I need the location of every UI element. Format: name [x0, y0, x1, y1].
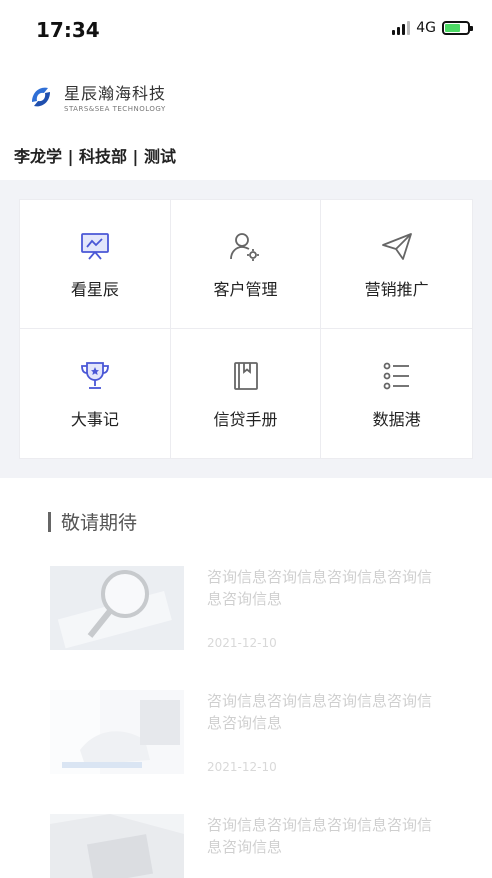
- news-date: 2021-12-10: [207, 760, 277, 774]
- section-title: 敬请期待: [61, 512, 138, 534]
- presentation-board-icon: [80, 233, 109, 260]
- status-bar: 17:34 4G: [0, 0, 492, 60]
- list-icon: [383, 362, 409, 389]
- status-indicators: 4G: [392, 20, 473, 36]
- news-item[interactable]: 咨询信息咨询信息咨询信息咨询信息咨询信息 2021-12-10: [50, 690, 450, 774]
- menu-item-label: 客户管理: [213, 280, 278, 299]
- logo-icon: [32, 87, 50, 106]
- brand-name-en: STARS&SEA TECHNOLOGY: [64, 105, 166, 113]
- menu-item-label: 大事记: [70, 409, 119, 429]
- news-thumbnail: [50, 814, 184, 878]
- news-title: 咨询信息咨询信息咨询信息咨询信息咨询信息: [207, 568, 433, 608]
- menu-item-marketing[interactable]: 营销推广: [321, 200, 472, 329]
- network-type: 4G: [416, 20, 436, 36]
- menu-item-customer[interactable]: 客户管理: [170, 200, 322, 329]
- brand-name-cn: 星辰瀚海科技: [64, 84, 167, 103]
- news-date: 2021-12-10: [207, 636, 277, 650]
- menu-item-credit-manual[interactable]: 信贷手册: [171, 329, 322, 458]
- brand-logo: 星辰瀚海科技 STARS&SEA TECHNOLOGY: [26, 80, 166, 113]
- menu-item-label: 营销推广: [364, 280, 429, 299]
- book-icon: [234, 361, 259, 390]
- section-bar: [48, 511, 51, 532]
- news-thumbnail: [50, 690, 184, 774]
- news-title: 咨询信息咨询信息咨询信息咨询信息咨询信息: [207, 816, 433, 856]
- section-header: 敬请期待: [48, 508, 137, 535]
- battery-icon: [442, 21, 473, 35]
- user-settings-icon: [230, 233, 260, 261]
- menu-item-label: 数据港: [372, 409, 421, 429]
- news-thumbnail: [50, 566, 184, 650]
- menu-item-kanxingchen[interactable]: 看星辰: [20, 200, 171, 329]
- news-item[interactable]: 咨询信息咨询信息咨询信息咨询信息咨询信息 2021-12-10: [50, 566, 450, 650]
- status-time: 17:34: [36, 18, 100, 42]
- paper-plane-icon: [381, 233, 412, 260]
- menu-item-data-port[interactable]: 数据港: [321, 329, 472, 458]
- menu-item-milestones[interactable]: 大事记: [20, 329, 171, 458]
- trophy-icon: [80, 361, 109, 389]
- news-item[interactable]: 咨询信息咨询信息咨询信息咨询信息咨询信息: [50, 814, 450, 878]
- menu-item-label: 看星辰: [70, 280, 119, 299]
- signal-icon: [392, 21, 411, 35]
- news-title: 咨询信息咨询信息咨询信息咨询信息咨询信息: [207, 692, 433, 732]
- user-info: 李龙学 | 科技部 | 测试: [14, 147, 176, 166]
- menu-grid: 看星辰 客户管理 营销推广 大事记 信贷手册 数据港: [19, 199, 473, 459]
- menu-item-label: 信贷手册: [213, 409, 278, 429]
